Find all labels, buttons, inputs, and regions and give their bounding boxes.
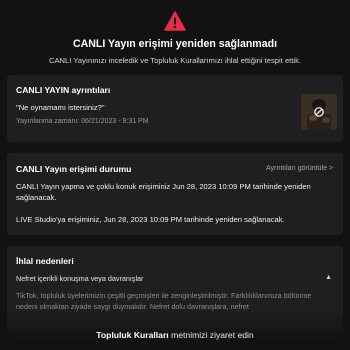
page-subtitle: CANLI Yayınınızı inceledik ve Topluluk K… bbox=[49, 56, 301, 65]
view-details-link[interactable]: Ayrıntıları görüntüle > bbox=[266, 165, 333, 172]
close-icon[interactable]: ˇ bbox=[333, 0, 338, 10]
chevron-up-icon: ▲ bbox=[325, 274, 332, 281]
live-restore-text: CANLI Yayın yapma ve çoklu konuk erişimi… bbox=[16, 182, 311, 202]
hidden-content-icon bbox=[301, 94, 337, 130]
community-guidelines-link[interactable]: Topluluk Kuralları bbox=[96, 330, 168, 340]
live-details-card: CANLI YAYIN ayrıntıları "Ne oynamamı ist… bbox=[7, 75, 343, 142]
live-thumbnail[interactable] bbox=[301, 94, 337, 130]
footer-text: metnimizi ziyaret edin bbox=[168, 330, 254, 340]
reason-toggle[interactable]: Nefret içerikli konuşma veya davranışlar… bbox=[16, 274, 334, 287]
page-title: CANLI Yayın erişimi yeniden sağlanmadı bbox=[72, 38, 278, 50]
violation-heading: İhlal nedenleri bbox=[16, 256, 74, 266]
warning-triangle-icon bbox=[164, 11, 186, 31]
studio-restore-text: LIVE Studio'ya erişiminiz, Jun 28, 2023 … bbox=[16, 215, 285, 224]
live-access-status-card: CANLI Yayın erişimi durumu Ayrıntıları g… bbox=[7, 153, 343, 235]
reason-title: Nefret içerikli konuşma veya davranışlar bbox=[16, 274, 144, 283]
access-status-heading: CANLI Yayın erişimi durumu bbox=[16, 164, 132, 174]
live-details-heading: CANLI YAYIN ayrıntıları bbox=[16, 85, 111, 95]
violation-reasons-card: İhlal nedenleri Nefret içerikli konuşma … bbox=[7, 246, 343, 342]
live-title: "Ne oynamamı istersiniz?" bbox=[16, 103, 105, 112]
violation-page: ˇ CANLI Yayın erişimi yeniden sağlanmadı… bbox=[0, 0, 350, 350]
published-date: Yayınlanma zamanı: 06/21/2023 - 9:31 PM bbox=[16, 118, 149, 125]
community-guidelines-footer: Topluluk Kuralları metnimizi ziyaret edi… bbox=[0, 330, 350, 340]
